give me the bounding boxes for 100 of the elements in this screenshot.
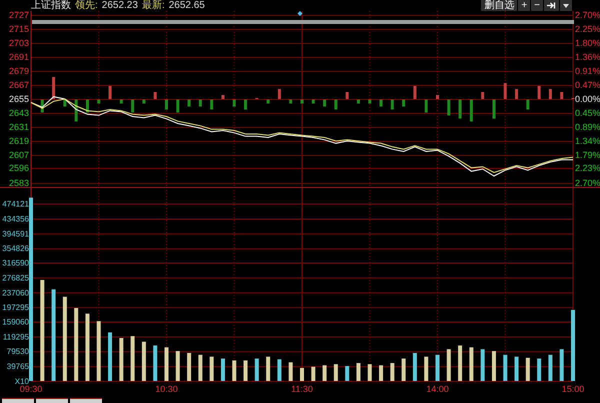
volume-bar: [108, 332, 112, 381]
price-label: 2715: [8, 24, 29, 34]
volume-bar: [334, 364, 338, 381]
ratio-bar: [74, 100, 78, 122]
volume-bar: [560, 349, 564, 381]
ratio-bar: [402, 100, 406, 106]
price-label: 2583: [8, 178, 29, 187]
volume-bar: [244, 360, 248, 381]
ratio-bar: [63, 100, 66, 106]
percent-label: 2.70%: [575, 178, 600, 187]
jump-end-button[interactable]: [544, 0, 559, 11]
price-label: 2596: [8, 162, 29, 173]
volume-bar: [537, 358, 542, 381]
ratio-bar: [526, 100, 530, 110]
ratio-bar: [198, 100, 202, 106]
ratio-bar: [86, 100, 89, 112]
volume-bar: [424, 356, 428, 381]
ratio-bar: [221, 95, 224, 99]
price-label: 2667: [8, 80, 29, 90]
ratio-bar: [188, 100, 191, 106]
volume-bar: [210, 356, 214, 381]
volume-bar: [356, 363, 360, 381]
percent-label: 0.47%: [575, 80, 600, 90]
ratio-bar: [312, 100, 315, 104]
volume-bar: [446, 349, 451, 381]
bottom-tab[interactable]: [36, 398, 68, 403]
volume-bar: [436, 354, 440, 381]
price-label: 2643: [8, 108, 29, 118]
volume-label: 119295: [2, 332, 29, 342]
ratio-bar: [142, 100, 146, 104]
toolbar-button[interactable]: −: [531, 0, 543, 11]
ratio-bar: [97, 100, 100, 104]
ratio-bar: [538, 86, 541, 99]
ratio-bar: [278, 89, 281, 99]
time-label: 15:00: [562, 384, 584, 394]
ratio-bar: [334, 100, 338, 110]
ratio-bar: [560, 92, 564, 99]
percent-label: 0.00%: [575, 94, 600, 104]
volume-bar: [571, 310, 575, 381]
ratio-bar: [210, 100, 214, 110]
ratio-bar: [504, 83, 507, 99]
volume-bar: [412, 352, 417, 381]
percent-label: 1.79%: [575, 150, 600, 160]
ratio-bar: [447, 100, 450, 116]
volume-bar: [492, 351, 496, 381]
percent-label: 2.23%: [575, 162, 600, 173]
volume-bar: [187, 352, 192, 381]
ratio-bar: [515, 89, 518, 99]
price-label: 2631: [8, 122, 29, 132]
volume-bar: [300, 368, 304, 381]
volume-bar: [458, 345, 462, 381]
ratio-bar: [244, 100, 248, 110]
volume-bar: [232, 360, 236, 381]
volume-label: 316590: [2, 258, 29, 268]
volume-bar: [526, 358, 530, 381]
volume-label: 197295: [2, 303, 29, 312]
ratio-bar: [356, 100, 360, 104]
price-label: 2727: [8, 11, 29, 20]
caret-icon: [563, 4, 569, 8]
volume-bar: [345, 366, 350, 381]
bottom-tab[interactable]: [2, 398, 34, 403]
bottom-tab[interactable]: [70, 398, 102, 403]
ratio-bar: [232, 100, 236, 106]
volume-bar: [288, 362, 293, 381]
time-label: 14:00: [426, 384, 449, 394]
toolbar-button[interactable]: 删自选: [481, 0, 518, 11]
time-label: 09:30: [20, 384, 42, 394]
arrow-to-bar-icon: [547, 2, 556, 9]
last-value: 2652.65: [168, 0, 205, 11]
volume-bar: [164, 347, 168, 381]
volume-bar: [514, 356, 519, 381]
index-name: 上证指数: [31, 0, 71, 11]
volume-bar: [322, 365, 327, 381]
volume-bar: [266, 356, 270, 381]
ratio-bar: [131, 100, 134, 112]
volume-bar: [503, 354, 508, 381]
price-label: 2607: [8, 150, 29, 160]
dropdown-button[interactable]: [560, 0, 572, 11]
volume-bar: [379, 365, 384, 381]
volume-label: 39765: [6, 362, 29, 372]
price-label: 2703: [8, 38, 29, 48]
ratio-bar: [492, 100, 496, 118]
ratio-bar: [165, 100, 168, 110]
ratio-bar: [548, 89, 552, 99]
ratio-bar: [458, 100, 462, 118]
marker-icon: [298, 11, 302, 16]
price-label: 2679: [8, 66, 29, 76]
ratio-bar: [481, 92, 484, 99]
volume-label: 79530: [6, 347, 29, 356]
ratio-bar: [52, 77, 56, 99]
price-label: 2655: [8, 94, 29, 104]
ratio-bar: [424, 100, 428, 112]
volume-bar: [220, 358, 225, 381]
lead-label: 领先:: [75, 0, 98, 11]
price-label: 2619: [8, 136, 29, 146]
ratio-bar: [346, 92, 349, 99]
volume-label: 159060: [2, 317, 29, 326]
time-label: 11:30: [291, 384, 313, 394]
toolbar-button[interactable]: +: [518, 0, 530, 11]
percent-label: 0.45%: [575, 108, 600, 118]
